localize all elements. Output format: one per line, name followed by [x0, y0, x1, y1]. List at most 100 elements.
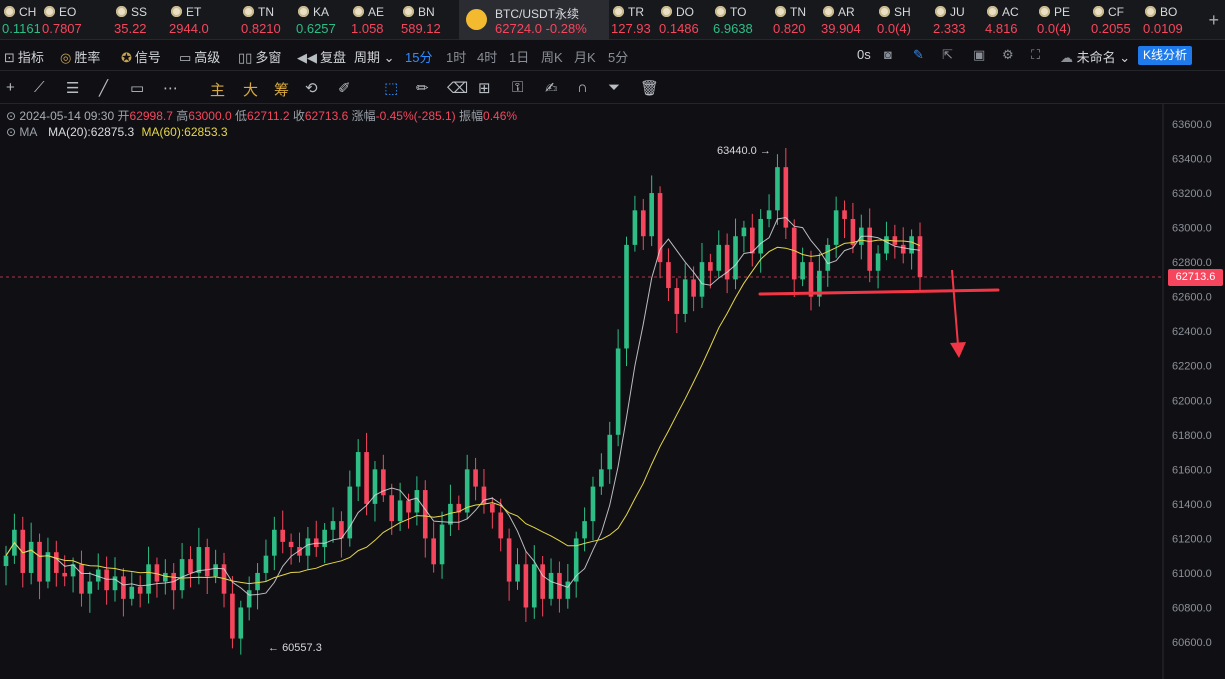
ticker-item[interactable]: BO 0.0109 — [1141, 0, 1193, 40]
multi-window-button[interactable]: ▯▯ 多窗 — [238, 47, 281, 66]
arrow-left-icon: ← — [268, 642, 279, 654]
ticker-value: 62724.0 -0.28% — [495, 21, 587, 36]
ticker-item[interactable]: TR 127.93 — [609, 0, 657, 40]
k-analysis-button[interactable]: K线分析 — [1137, 46, 1192, 65]
y-tick-label: 62200.0 — [1172, 361, 1212, 373]
advanced-button[interactable]: ▭ 高级 — [179, 47, 220, 66]
ticker-item[interactable]: AC 4.816 — [983, 0, 1035, 40]
ticker-item[interactable]: TO 6.9638 — [711, 0, 771, 40]
ticker-item[interactable]: CH 0.1161 — [0, 0, 40, 40]
candle-body — [548, 572, 554, 599]
period-week[interactable]: 周K — [541, 47, 563, 66]
coin-icon — [823, 6, 834, 17]
ticker-item[interactable]: SH 0.0(4) — [875, 0, 931, 40]
ticker-item[interactable]: JU 2.333 — [931, 0, 983, 40]
ticker-item[interactable]: TN 0.820 — [771, 0, 819, 40]
ticker-symbol: TR — [628, 5, 644, 19]
cursor-icon[interactable]: ⬚ — [384, 79, 398, 97]
sync-icon[interactable]: ⟲ — [305, 79, 318, 97]
ticker-value: 0.820 — [773, 21, 806, 36]
ticker-item[interactable]: BTC/USDT永续 62724.0 -0.28% — [459, 0, 609, 40]
period-dropdown[interactable]: 周期 ⌄ — [354, 47, 395, 66]
filter-icon[interactable]: ⏷ — [608, 79, 620, 96]
coin-icon — [4, 6, 15, 17]
candle-body — [481, 486, 487, 504]
brush-icon[interactable]: ✏ — [416, 79, 429, 97]
ticker-item[interactable]: ET 2944.0 — [167, 0, 239, 40]
camera-icon[interactable]: ◙ — [884, 47, 892, 62]
ticker-item[interactable]: KA 0.6257 — [294, 0, 349, 40]
trend-line-icon[interactable]: ⟋ — [34, 79, 45, 96]
ma-info: ⊙ MA MA(20):62875.3 MA(60):62853.3 — [6, 125, 228, 139]
period-4h[interactable]: 4时 — [477, 47, 497, 66]
candle-body — [330, 521, 336, 530]
ticker-value: 35.22 — [114, 21, 147, 36]
magnet-icon[interactable]: ∩ — [577, 79, 588, 96]
change-value: -0.45%(-285.1) — [375, 109, 456, 123]
ticker-value: 0.1486 — [659, 21, 699, 36]
note-icon[interactable]: ✍ — [545, 79, 558, 97]
candle-body — [230, 593, 235, 639]
candle-body — [640, 210, 646, 237]
ticker-symbol: SS — [131, 5, 148, 19]
ticker-value: 2944.0 — [169, 21, 209, 36]
candle-body — [129, 586, 135, 599]
ticker-value: 0.0109 — [1143, 21, 1183, 36]
ticker-item[interactable]: CF 0.2055 — [1089, 0, 1141, 40]
ticker-item[interactable]: PE 0.0(4) — [1035, 0, 1089, 40]
candle-body — [875, 253, 881, 271]
lock-icon[interactable]: ⚿ — [512, 79, 523, 96]
ticker-item[interactable]: BN 589.12 — [399, 0, 459, 40]
binance-logo-icon — [466, 9, 487, 30]
fullscreen-icon[interactable]: ⛶ — [1031, 47, 1040, 63]
eraser-icon[interactable]: ⌫ — [447, 79, 468, 97]
crosshair-icon[interactable]: + — [6, 79, 15, 96]
period-5m[interactable]: 5分 — [608, 47, 628, 66]
ticker-item[interactable]: SS 35.22 — [112, 0, 167, 40]
ticker-item[interactable]: TN 0.8210 — [239, 0, 294, 40]
period-month[interactable]: 月K — [574, 47, 596, 66]
candle-body — [305, 538, 311, 556]
win-rate-button[interactable]: ◎ 胜率 — [60, 47, 100, 66]
delete-icon[interactable]: ▣ — [973, 47, 985, 63]
candle-body — [322, 529, 327, 548]
candle-body — [624, 244, 629, 349]
trash-icon[interactable]: 🗑 — [640, 79, 659, 97]
big-order-tool[interactable]: 大 — [243, 79, 258, 100]
main-chart-tool[interactable]: 主 — [210, 79, 225, 100]
rectangle-icon[interactable]: ▭ — [130, 79, 144, 97]
add-ticker-icon[interactable]: + — [1208, 10, 1219, 31]
ticker-item[interactable]: EO 0.7807 — [40, 0, 112, 40]
period-1d[interactable]: 1日 — [509, 47, 529, 66]
settings-icon[interactable]: ⚙ — [1002, 47, 1014, 63]
amplitude-value: 0.46% — [483, 109, 518, 123]
ticker-value: 589.12 — [401, 21, 441, 36]
candle-body — [523, 564, 529, 608]
candle-body — [749, 227, 755, 254]
ticker-item[interactable]: AR 39.904 — [819, 0, 875, 40]
layout-dropdown[interactable]: ☁ 未命名 ⌄ — [1060, 47, 1130, 66]
ruler-icon[interactable]: ✐ — [338, 79, 351, 97]
y-tick-label: 63200.0 — [1172, 188, 1212, 200]
export-icon[interactable]: ⇱ — [942, 47, 953, 63]
candle-body — [204, 547, 210, 577]
ticker-symbol: JU — [950, 5, 965, 19]
candle-body — [364, 452, 369, 504]
candlestick-chart[interactable]: 63600.0 63400.0 63200.0 63000.0 62800.0 62600… — [0, 104, 1225, 679]
ticker-item[interactable]: AE 1.058 — [349, 0, 399, 40]
measure-icon[interactable]: ⊞ — [478, 79, 491, 97]
candle-body — [389, 495, 395, 522]
more-icon[interactable]: ⋯ — [163, 79, 178, 97]
y-tick-label: 60800.0 — [1172, 602, 1212, 614]
period-1h[interactable]: 1时 — [446, 47, 466, 66]
replay-button[interactable]: ◀◀ 复盘 — [297, 47, 346, 66]
ticker-item[interactable]: DO 0.1486 — [657, 0, 711, 40]
ray-icon[interactable]: ╱ — [99, 79, 108, 97]
indicator-button[interactable]: ⊡ 指标 — [4, 47, 44, 66]
pencil-icon[interactable]: ✎ — [913, 47, 924, 63]
signal-button[interactable]: ✪ 信号 — [121, 47, 161, 66]
eye-icon[interactable]: ⊙ — [6, 125, 16, 139]
period-15m[interactable]: 15分 — [405, 47, 432, 66]
chip-tool[interactable]: 筹 — [274, 79, 289, 100]
horizontal-lines-icon[interactable]: ☰ — [66, 79, 79, 97]
